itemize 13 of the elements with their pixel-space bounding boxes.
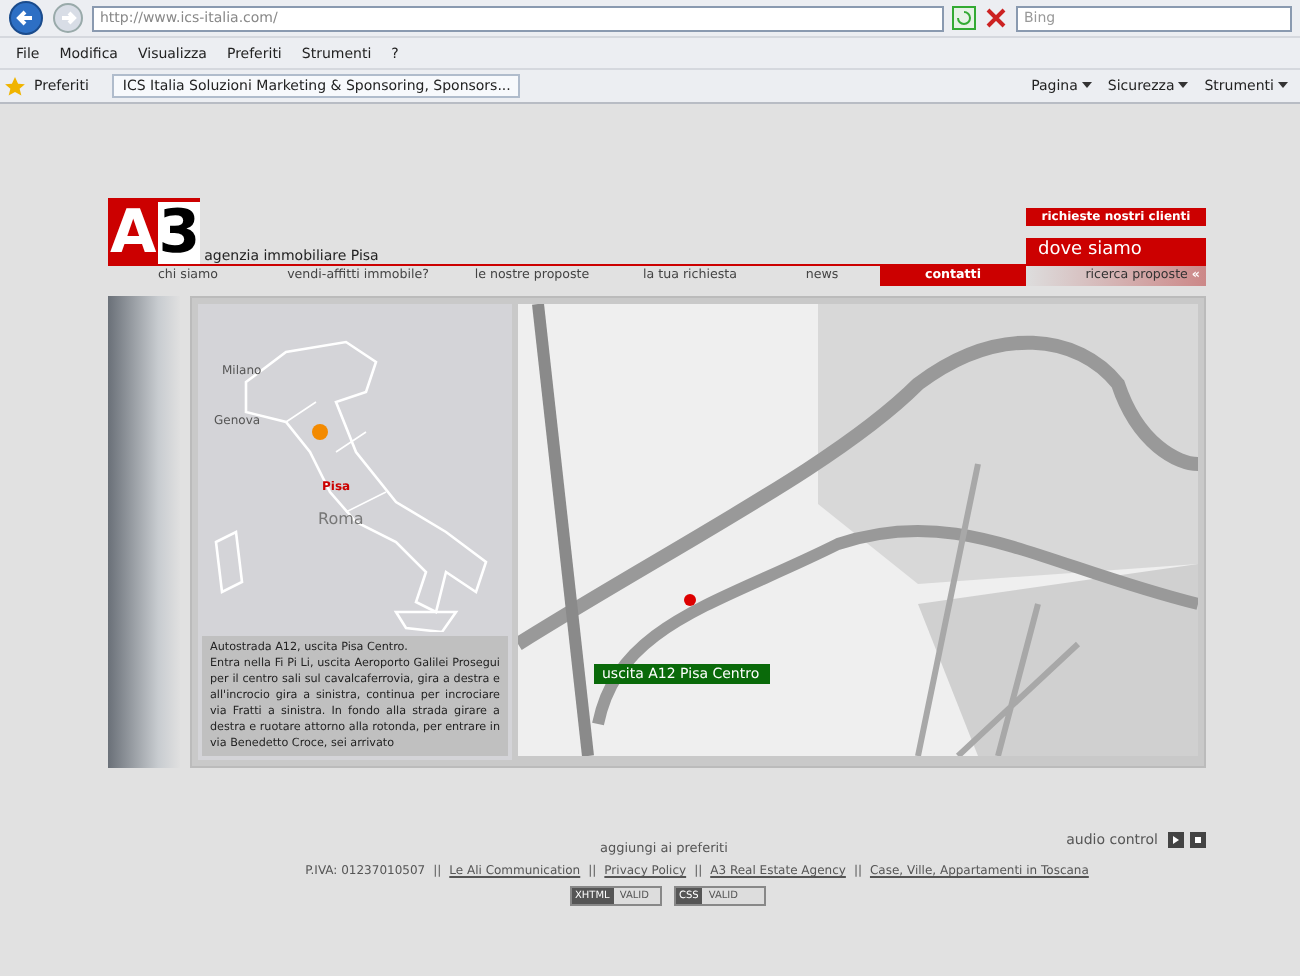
logo: A3 <box>108 198 201 264</box>
back-icon[interactable] <box>8 0 44 36</box>
caret-icon <box>1081 82 1092 90</box>
caret-icon <box>1178 82 1189 90</box>
caret-icon <box>1278 82 1288 90</box>
stop-icon[interactable] <box>1190 832 1206 848</box>
city-label: Roma <box>318 510 364 528</box>
star-icon[interactable] <box>4 75 26 97</box>
location-pin-icon <box>312 424 328 440</box>
stop-icon[interactable] <box>984 6 1008 30</box>
location-button[interactable]: dove siamo <box>1026 238 1206 264</box>
refresh-icon[interactable] <box>952 6 976 30</box>
play-icon[interactable] <box>1168 832 1184 848</box>
